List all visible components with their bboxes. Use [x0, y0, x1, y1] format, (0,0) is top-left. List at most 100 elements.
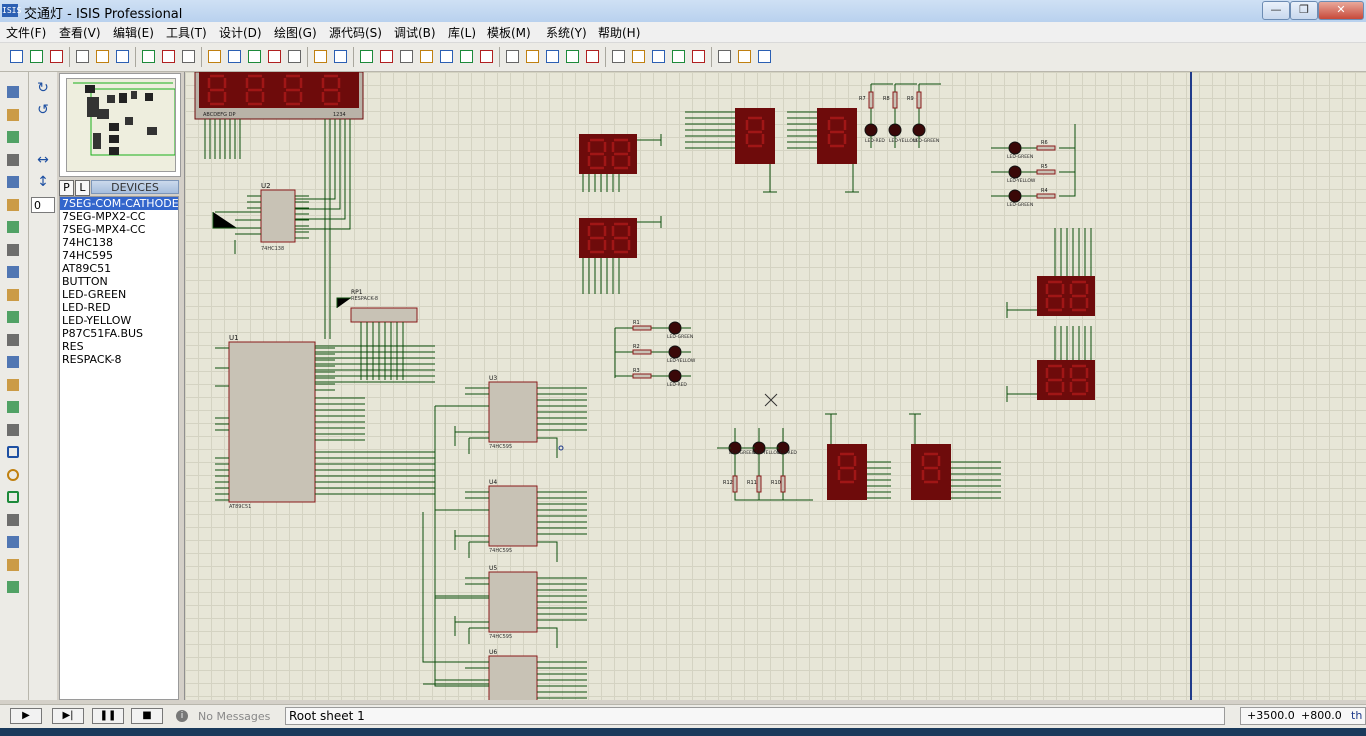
resistor[interactable] [1036, 193, 1056, 199]
led-indicator[interactable] [1008, 189, 1022, 203]
led-indicator[interactable] [668, 321, 682, 335]
wire-label-icon[interactable] [5, 152, 21, 168]
zoom-area-icon[interactable] [286, 48, 303, 65]
led-indicator[interactable] [668, 345, 682, 359]
device-list-item[interactable]: 7SEG-MPX2-CC [60, 210, 178, 223]
menu-tools[interactable]: 工具(T) [166, 24, 207, 41]
remove-sheet-icon[interactable] [670, 48, 687, 65]
paste-icon[interactable] [398, 48, 415, 65]
device-pins-icon[interactable] [5, 264, 21, 280]
current-probe-icon[interactable] [5, 377, 21, 393]
rotate-clockwise-icon[interactable]: ↻ [33, 80, 53, 96]
component-mode-icon[interactable] [5, 107, 21, 123]
close-button[interactable]: ✕ [1318, 1, 1364, 20]
block-copy-icon[interactable] [418, 48, 435, 65]
wire-autorouter-icon[interactable] [584, 48, 601, 65]
new-sheet-icon[interactable] [650, 48, 667, 65]
block-move-icon[interactable] [438, 48, 455, 65]
zoom-in-icon[interactable] [226, 48, 243, 65]
terminals-icon[interactable] [5, 242, 21, 258]
led-indicator[interactable] [864, 123, 878, 137]
seg-display-2digit-b[interactable] [579, 216, 662, 294]
virtual-instruments-icon[interactable] [5, 399, 21, 415]
new-icon[interactable] [8, 48, 25, 65]
led-indicator[interactable] [912, 123, 926, 137]
zoom-out-icon[interactable] [246, 48, 263, 65]
resistor[interactable] [1036, 145, 1056, 151]
redo-icon[interactable] [332, 48, 349, 65]
device-list-item[interactable]: AT89C51 [60, 262, 178, 275]
resistor[interactable] [632, 349, 652, 355]
block-delete-icon[interactable] [478, 48, 495, 65]
seg-display-single-a[interactable] [685, 108, 777, 193]
resistor[interactable] [756, 475, 762, 493]
undo-icon[interactable] [312, 48, 329, 65]
menu-system[interactable]: 系统(Y) [546, 24, 587, 41]
menu-design[interactable]: 设计(D) [219, 24, 262, 41]
property-assign-icon[interactable] [630, 48, 647, 65]
search-tag-icon[interactable] [610, 48, 627, 65]
resistor[interactable] [632, 373, 652, 379]
u1-microcontroller[interactable]: U1 AT89C51 [215, 334, 435, 510]
buses-icon[interactable] [5, 197, 21, 213]
electrical-check-icon[interactable] [736, 48, 753, 65]
play-button[interactable]: ▶ [10, 708, 42, 724]
maximize-button[interactable]: ❐ [1290, 1, 1318, 20]
overview-window[interactable] [59, 73, 181, 177]
device-list-item[interactable]: 7SEG-MPX4-CC [60, 223, 178, 236]
pick-device-icon[interactable] [504, 48, 521, 65]
pick-devices-button[interactable]: P [59, 180, 74, 196]
traffic-light-group[interactable]: R6 LED-GREEN R5 LED-YELLOW R4 LED-GREEN [991, 124, 1076, 208]
seg-display-right-b[interactable] [1006, 326, 1095, 402]
device-list-item[interactable]: BUTTON [60, 275, 178, 288]
pause-button[interactable]: ❚❚ [92, 708, 124, 724]
tape-recorder-icon[interactable] [5, 309, 21, 325]
path-icon[interactable] [5, 512, 21, 528]
resistor[interactable] [868, 91, 874, 109]
device-list-item[interactable]: P87C51FA.BUS [60, 327, 178, 340]
resistor[interactable] [732, 475, 738, 493]
circle-icon[interactable] [5, 467, 21, 483]
traffic-light-group[interactable]: R7LED-REDR8LED-YELLOWR9LED-GREEN [859, 83, 941, 148]
rotate-anticlockwise-icon[interactable]: ↺ [33, 102, 53, 118]
traffic-light-group[interactable]: R12LED-GREENR11LED-YELLOWR10LED-RED [717, 428, 813, 501]
grid-icon[interactable] [160, 48, 177, 65]
device-list-item[interactable]: 74HC595 [60, 249, 178, 262]
mirror-vertical-icon[interactable]: ↕ [33, 174, 53, 190]
seg-display-right-a[interactable] [1006, 228, 1095, 318]
rp1-resistor-pack[interactable]: RP1 RESPACK-8 [315, 289, 435, 383]
seg-display-bottom-a[interactable] [825, 413, 891, 500]
pan-icon[interactable] [206, 48, 223, 65]
menu-graph[interactable]: 绘图(G) [274, 24, 317, 41]
origin-icon[interactable] [180, 48, 197, 65]
resistor[interactable] [1036, 169, 1056, 175]
resistor[interactable] [916, 91, 922, 109]
shift-register-u6[interactable]: U674HC595 [435, 649, 587, 700]
seg-display-2digit-a[interactable] [579, 134, 662, 192]
rotation-angle-field[interactable]: 0 [31, 197, 55, 213]
text-script-icon[interactable] [5, 174, 21, 190]
resistor[interactable] [892, 91, 898, 109]
shift-register-u3[interactable]: U3 74HC595 [435, 375, 587, 458]
voltage-probe-icon[interactable] [5, 354, 21, 370]
open-icon[interactable] [28, 48, 45, 65]
mirror-horizontal-icon[interactable]: ↔ [33, 152, 53, 168]
menu-template[interactable]: 模板(M) [487, 24, 531, 41]
shift-register-u4[interactable]: U4 74HC595 [435, 479, 587, 562]
menu-edit[interactable]: 编辑(E) [113, 24, 154, 41]
led-indicator[interactable] [1008, 141, 1022, 155]
cut-icon[interactable] [358, 48, 375, 65]
device-list-item[interactable]: RESPACK-8 [60, 353, 178, 366]
junction-dot-icon[interactable] [5, 129, 21, 145]
graph-icon[interactable] [5, 287, 21, 303]
menu-view[interactable]: 查看(V) [59, 24, 101, 41]
resistor[interactable] [780, 475, 786, 493]
block-rotate-icon[interactable] [458, 48, 475, 65]
menu-debug[interactable]: 调试(B) [394, 24, 436, 41]
netlist-icon[interactable] [756, 48, 773, 65]
led-indicator[interactable] [1008, 165, 1022, 179]
marker-icon[interactable] [5, 579, 21, 595]
menu-help[interactable]: 帮助(H) [598, 24, 640, 41]
generator-icon[interactable] [5, 332, 21, 348]
u2-decoder[interactable]: U2 74HC138 [212, 182, 309, 254]
